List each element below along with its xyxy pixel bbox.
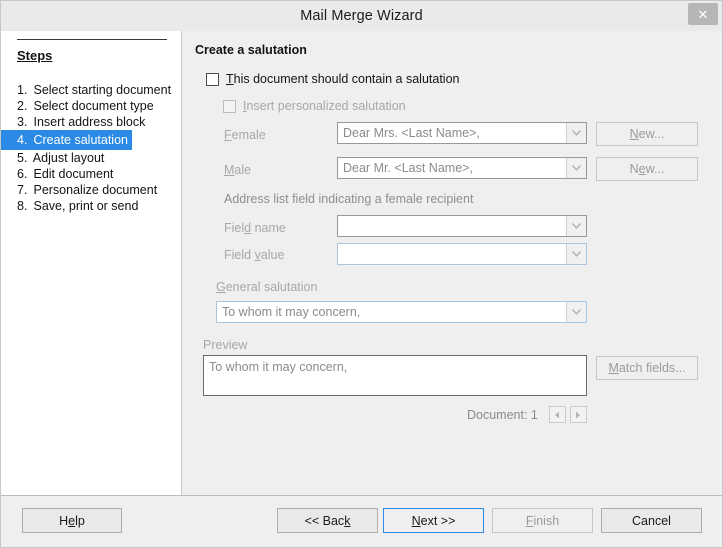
personalized-salutation-checkbox[interactable] bbox=[223, 99, 236, 113]
step-text: Personalize document bbox=[33, 183, 158, 197]
contain-salutation-label: This document should contain a salutatio… bbox=[226, 72, 460, 86]
step-text: Create salutation bbox=[33, 133, 128, 147]
step-text: Adjust layout bbox=[32, 151, 105, 165]
preview-label: Preview bbox=[203, 338, 248, 352]
step-text: Select document type bbox=[33, 99, 154, 113]
page-title: Create a salutation bbox=[195, 43, 307, 57]
contain-salutation-checkbox-row[interactable]: This document should contain a salutatio… bbox=[206, 72, 459, 86]
male-label: Male bbox=[224, 163, 252, 177]
chevron-down-icon[interactable] bbox=[566, 123, 586, 143]
general-salutation-value: To whom it may concern, bbox=[222, 305, 361, 319]
contain-salutation-checkbox[interactable] bbox=[206, 72, 219, 86]
main-panel: Create a salutation This document should… bbox=[182, 31, 722, 496]
sidebar-divider bbox=[17, 39, 167, 40]
female-new-button[interactable]: New... bbox=[596, 122, 698, 146]
cancel-button[interactable]: Cancel bbox=[601, 508, 702, 533]
female-salutation-value: Dear Mrs. <Last Name>, bbox=[343, 126, 480, 140]
step-number: 4. bbox=[17, 133, 28, 147]
step-number: 3. bbox=[17, 115, 28, 129]
steps-sidebar: Steps 1. Select starting document 2. Sele… bbox=[1, 31, 182, 496]
window-title: Mail Merge Wizard bbox=[300, 8, 423, 24]
personalized-salutation-checkbox-row[interactable]: Insert personalized salutation bbox=[223, 99, 406, 113]
field-name-label: Field name bbox=[224, 221, 286, 235]
sidebar-item-label: 3. Insert address block bbox=[1, 113, 145, 131]
document-counter-label: Document: 1 bbox=[467, 407, 538, 422]
sidebar-item-adjust-layout[interactable]: 5. Adjust layout bbox=[1, 150, 181, 166]
sidebar-item-save-print-or-send[interactable]: 8. Save, print or send bbox=[1, 198, 181, 214]
step-number: 7. bbox=[17, 183, 28, 197]
personalized-salutation-label: Insert personalized salutation bbox=[243, 99, 406, 113]
steps-list: 1. Select starting document 2. Select doc… bbox=[1, 82, 181, 214]
sidebar-item-create-salutation[interactable]: 4. Create salutation bbox=[1, 130, 181, 150]
sidebar-item-label: 4. Create salutation bbox=[1, 130, 132, 150]
step-number: 1. bbox=[17, 83, 28, 97]
step-text: Edit document bbox=[33, 167, 114, 181]
sidebar-item-select-starting-document[interactable]: 1. Select starting document bbox=[1, 82, 181, 98]
general-salutation-combobox[interactable]: To whom it may concern, bbox=[216, 301, 587, 323]
step-number: 2. bbox=[17, 99, 28, 113]
chevron-down-icon[interactable] bbox=[566, 216, 586, 236]
finish-button[interactable]: Finish bbox=[492, 508, 593, 533]
dialog-body: Steps 1. Select starting document 2. Sele… bbox=[1, 31, 722, 496]
step-text: Select starting document bbox=[33, 83, 172, 97]
chevron-down-icon[interactable] bbox=[566, 302, 586, 322]
address-list-section-label: Address list field indicating a female r… bbox=[224, 192, 474, 206]
preview-text: To whom it may concern, bbox=[209, 360, 348, 374]
step-text: Save, print or send bbox=[33, 199, 139, 213]
match-fields-button[interactable]: Match fields... bbox=[596, 356, 698, 380]
female-label: Female bbox=[224, 128, 266, 142]
mail-merge-wizard-window: Mail Merge Wizard ✕ Steps 1. Select star… bbox=[0, 0, 723, 548]
back-button[interactable]: << Bac k bbox=[277, 508, 378, 533]
general-salutation-label: General salutation bbox=[216, 280, 318, 294]
triangle-right-icon[interactable] bbox=[569, 406, 587, 423]
sidebar-item-label: 8. Save, print or send bbox=[1, 197, 138, 215]
chevron-down-icon[interactable] bbox=[566, 158, 586, 178]
field-value-label: Field value bbox=[224, 248, 285, 262]
female-salutation-combobox[interactable]: Dear Mrs. <Last Name>, bbox=[337, 122, 587, 144]
step-number: 8. bbox=[17, 199, 28, 213]
document-navigation: Document: 1 bbox=[467, 406, 587, 423]
close-icon[interactable]: ✕ bbox=[688, 3, 718, 25]
male-new-button[interactable]: Ne w... bbox=[596, 157, 698, 181]
steps-heading: Steps bbox=[17, 48, 53, 63]
male-salutation-value: Dear Mr. <Last Name>, bbox=[343, 161, 473, 175]
step-text: Insert address block bbox=[33, 115, 146, 129]
step-number: 6. bbox=[17, 167, 28, 181]
sidebar-item-insert-address-block[interactable]: 3. Insert address block bbox=[1, 114, 181, 130]
title-bar: Mail Merge Wizard ✕ bbox=[1, 1, 722, 31]
sidebar-item-select-document-type[interactable]: 2. Select document type bbox=[1, 98, 181, 114]
preview-box[interactable]: To whom it may concern, bbox=[203, 355, 587, 396]
sidebar-item-edit-document[interactable]: 6. Edit document bbox=[1, 166, 181, 182]
step-number: 5. bbox=[17, 151, 28, 165]
male-salutation-combobox[interactable]: Dear Mr. <Last Name>, bbox=[337, 157, 587, 179]
sidebar-item-personalize-document[interactable]: 7. Personalize document bbox=[1, 182, 181, 198]
next-button[interactable]: Next >> bbox=[383, 508, 484, 533]
field-name-combobox[interactable] bbox=[337, 215, 587, 237]
chevron-down-icon[interactable] bbox=[566, 244, 586, 264]
dialog-footer: He lp << Bac k Next >> Finish Cancel bbox=[1, 495, 722, 547]
help-button[interactable]: He lp bbox=[22, 508, 122, 533]
triangle-left-icon[interactable] bbox=[548, 406, 566, 423]
field-value-combobox[interactable] bbox=[337, 243, 587, 265]
